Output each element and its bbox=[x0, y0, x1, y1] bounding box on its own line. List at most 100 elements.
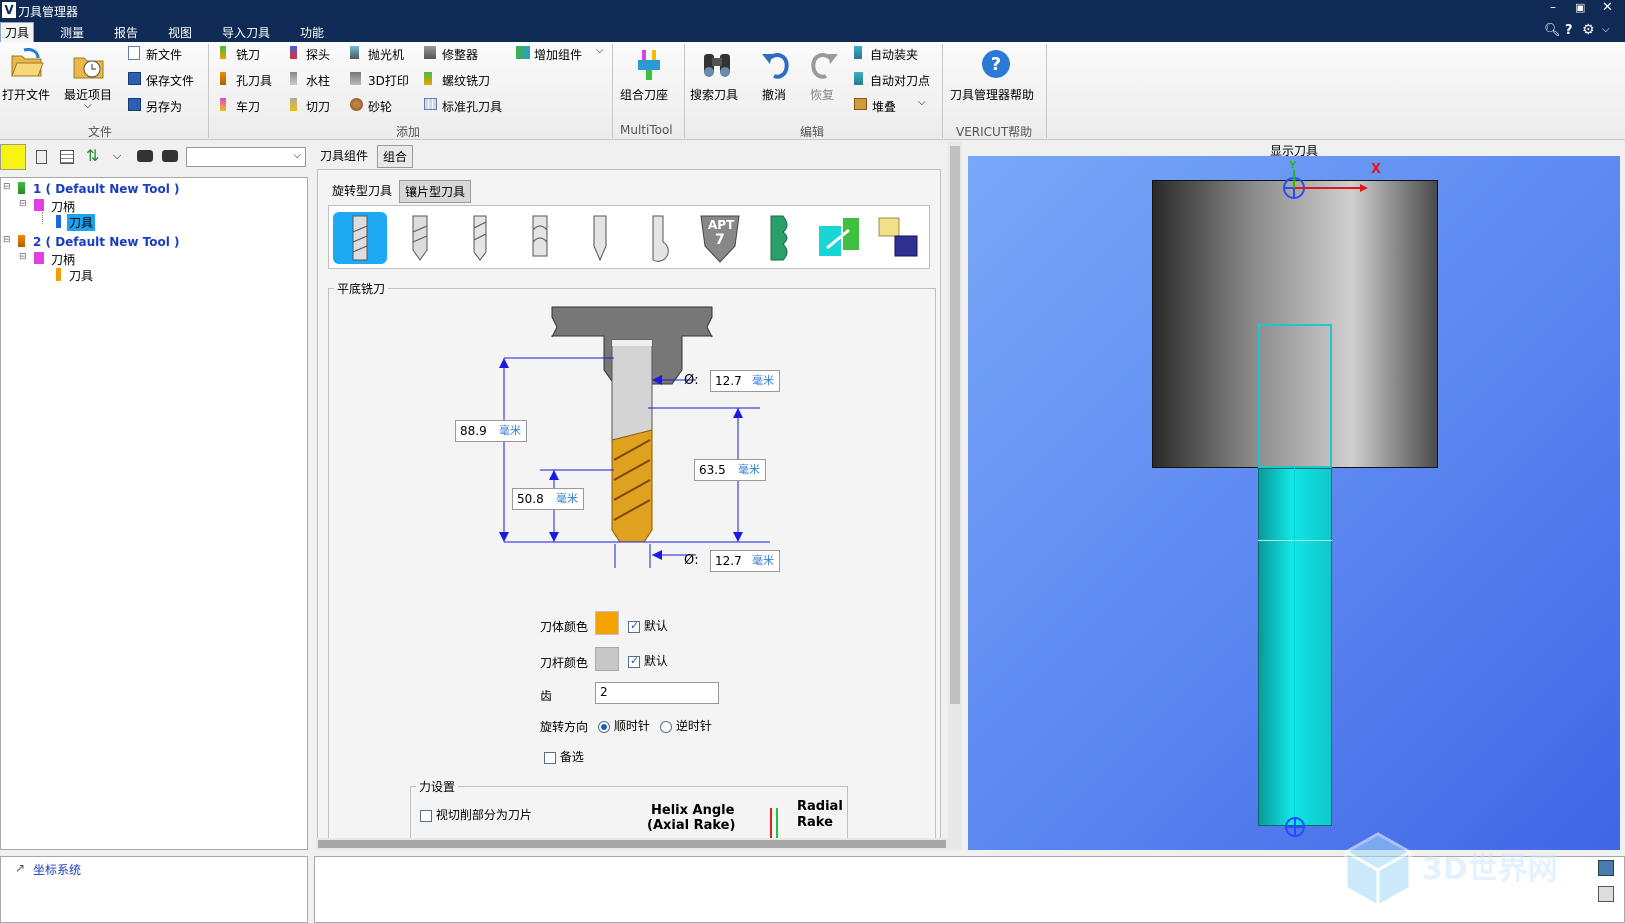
body-color-default-checkbox[interactable]: 默认 bbox=[628, 617, 668, 634]
chamfer-tile[interactable] bbox=[573, 212, 627, 264]
tab-insert-tools[interactable]: 镶片型刀具 bbox=[399, 180, 472, 203]
open-file-button[interactable]: 打开文件 bbox=[2, 46, 52, 102]
redo-button[interactable]: 恢复 bbox=[804, 46, 844, 106]
radio[interactable] bbox=[598, 720, 610, 733]
apt-tile[interactable]: APT 7 bbox=[693, 212, 747, 264]
close-icon[interactable]: ✕ bbox=[1602, 0, 1613, 15]
insert-model-tile[interactable] bbox=[873, 212, 927, 264]
ball-end-mill-tile[interactable] bbox=[393, 212, 447, 264]
filter-select[interactable]: ⌵ bbox=[186, 147, 306, 167]
wheel-button[interactable]: 砂轮 bbox=[350, 97, 410, 115]
help-icon[interactable]: ? bbox=[1565, 23, 1573, 38]
save-as-button[interactable]: 另存为 bbox=[128, 97, 188, 115]
flat-end-mill-tile[interactable] bbox=[333, 212, 387, 264]
expand-icon[interactable]: ⊟ bbox=[19, 252, 27, 262]
calculator-icon[interactable] bbox=[36, 150, 47, 164]
undo-button[interactable]: 撤消 bbox=[756, 46, 796, 106]
coord-system-item[interactable]: 坐标系统 bbox=[33, 861, 81, 878]
std-hole-button[interactable]: 标准孔刀具 bbox=[424, 97, 514, 115]
tool-manager-help-button[interactable]: ? 刀具管理器帮助 bbox=[950, 46, 1042, 106]
save-file-button[interactable]: 保存文件 bbox=[128, 71, 200, 89]
stack-button[interactable]: 堆叠 ⌵ bbox=[854, 97, 934, 115]
alternate-checkbox[interactable]: 备选 bbox=[544, 748, 584, 765]
vertical-scrollbar[interactable] bbox=[948, 142, 962, 850]
cutting-length-input[interactable]: 50.8 毫米 bbox=[512, 488, 584, 510]
menu-tool[interactable]: 刀具 bbox=[0, 22, 35, 42]
search-icon[interactable]: 🔍︎ bbox=[1544, 23, 1561, 38]
split-icon[interactable] bbox=[60, 150, 74, 164]
menu-import[interactable]: 导入刀具 bbox=[218, 24, 274, 41]
add-component-button[interactable]: 增加组件 ⌵ bbox=[516, 45, 606, 63]
find-next-icon[interactable] bbox=[162, 150, 178, 162]
scrollbar-thumb[interactable] bbox=[950, 146, 960, 704]
sort-icon[interactable]: ⇅ bbox=[86, 146, 99, 165]
checkbox[interactable] bbox=[628, 619, 640, 633]
panel-icon[interactable] bbox=[1598, 886, 1614, 902]
maximize-icon[interactable]: ▣ bbox=[1575, 1, 1585, 14]
tree-item-holder[interactable]: 刀柄 bbox=[51, 198, 75, 215]
chevron-down-icon[interactable]: ⌵ bbox=[1602, 24, 1610, 35]
waterjet-button[interactable]: 水柱 bbox=[290, 71, 350, 89]
tab-tool-components[interactable]: 刀具组件 bbox=[315, 145, 373, 166]
dresser-button[interactable]: 修整器 bbox=[424, 45, 494, 63]
flute-length-input[interactable]: 63.5 毫米 bbox=[694, 459, 766, 481]
cutoff-button[interactable]: 切刀 bbox=[290, 97, 350, 115]
chevron-down-icon[interactable]: ⌵ bbox=[113, 149, 121, 163]
cutter-diameter-input[interactable]: 12.7 毫米 bbox=[710, 550, 780, 572]
tab-rotary-tools[interactable]: 旋转型刀具 bbox=[327, 180, 397, 201]
tree-item-tool-2[interactable]: 2 ( Default New Tool ) bbox=[33, 235, 180, 249]
tree-item-holder[interactable]: 刀柄 bbox=[51, 251, 75, 268]
tool-viewport[interactable]: 显示刀具 X Y bbox=[968, 142, 1620, 850]
expand-icon[interactable]: ⊟ bbox=[19, 199, 27, 209]
print-3d-button[interactable]: 3D打印 bbox=[350, 71, 420, 89]
insert-cut-checkbox[interactable]: 视切削部分为刀片 bbox=[420, 806, 532, 823]
expand-icon[interactable]: ⊟ bbox=[3, 235, 11, 245]
checkbox[interactable] bbox=[628, 654, 640, 668]
shank-color-swatch[interactable] bbox=[595, 647, 619, 671]
auto-set-point-button[interactable]: 自动对刀点 bbox=[854, 71, 944, 89]
new-file-button[interactable]: 新文件 bbox=[128, 45, 198, 63]
checkbox[interactable] bbox=[544, 751, 556, 764]
spiral-mill-tile[interactable] bbox=[513, 212, 567, 264]
revolve-tile[interactable] bbox=[813, 212, 867, 264]
viewport-canvas[interactable]: X Y bbox=[968, 156, 1620, 850]
tab-combination[interactable]: 组合 bbox=[377, 145, 414, 168]
custom-profile-tile[interactable] bbox=[753, 212, 807, 264]
polisher-button[interactable]: 抛光机 bbox=[350, 45, 410, 63]
overall-length-input[interactable]: 88.9 毫米 bbox=[455, 420, 527, 442]
lathe-button[interactable]: 车刀 bbox=[220, 97, 280, 115]
tree-item-tool-1[interactable]: 1 ( Default New Tool ) bbox=[33, 182, 180, 196]
mill-button[interactable]: 铣刀 bbox=[220, 45, 280, 63]
shank-diameter-input[interactable]: 12.7 毫米 bbox=[710, 370, 780, 392]
gear-icon[interactable]: ⚙ bbox=[1582, 22, 1595, 38]
ball-nose-tile[interactable] bbox=[633, 212, 687, 264]
search-tool-button[interactable]: 搜索刀具 bbox=[690, 46, 746, 106]
drill-tile[interactable] bbox=[453, 212, 507, 264]
checkbox[interactable] bbox=[420, 809, 432, 822]
menu-view[interactable]: 视图 bbox=[164, 24, 196, 41]
menu-function[interactable]: 功能 bbox=[296, 24, 328, 41]
combo-holder-button[interactable]: 组合刀座 bbox=[620, 46, 680, 106]
panel-icon[interactable] bbox=[1598, 860, 1614, 876]
tree-item-cutter-selected[interactable]: 刀具 bbox=[67, 214, 96, 231]
thread-mill-button[interactable]: 螺纹铣刀 bbox=[424, 71, 504, 89]
minimize-icon[interactable]: – bbox=[1550, 0, 1556, 14]
horizontal-scrollbar[interactable] bbox=[316, 838, 948, 850]
radio[interactable] bbox=[660, 720, 672, 733]
tree-item-cutter[interactable]: 刀具 bbox=[69, 267, 93, 284]
tool-select-icon[interactable] bbox=[0, 144, 26, 170]
shank-color-default-checkbox[interactable]: 默认 bbox=[628, 652, 668, 669]
auto-clamp-button[interactable]: 自动装夹 bbox=[854, 45, 934, 63]
scrollbar-thumb[interactable] bbox=[318, 840, 946, 848]
probe-button[interactable]: 探头 bbox=[290, 45, 350, 63]
find-icon[interactable] bbox=[137, 150, 153, 162]
counterclockwise-radio[interactable]: 逆时针 bbox=[660, 717, 712, 734]
menu-measure[interactable]: 测量 bbox=[56, 24, 88, 41]
menu-report[interactable]: 报告 bbox=[110, 24, 142, 41]
teeth-input[interactable]: 2 bbox=[595, 682, 719, 704]
clockwise-radio[interactable]: 顺时针 bbox=[598, 717, 650, 734]
recent-items-button[interactable]: 最近项目 ⌵ bbox=[64, 46, 114, 116]
body-color-swatch[interactable] bbox=[595, 611, 619, 635]
hole-tool-button[interactable]: 孔刀具 bbox=[220, 71, 290, 89]
expand-icon[interactable]: ⊟ bbox=[3, 182, 11, 192]
